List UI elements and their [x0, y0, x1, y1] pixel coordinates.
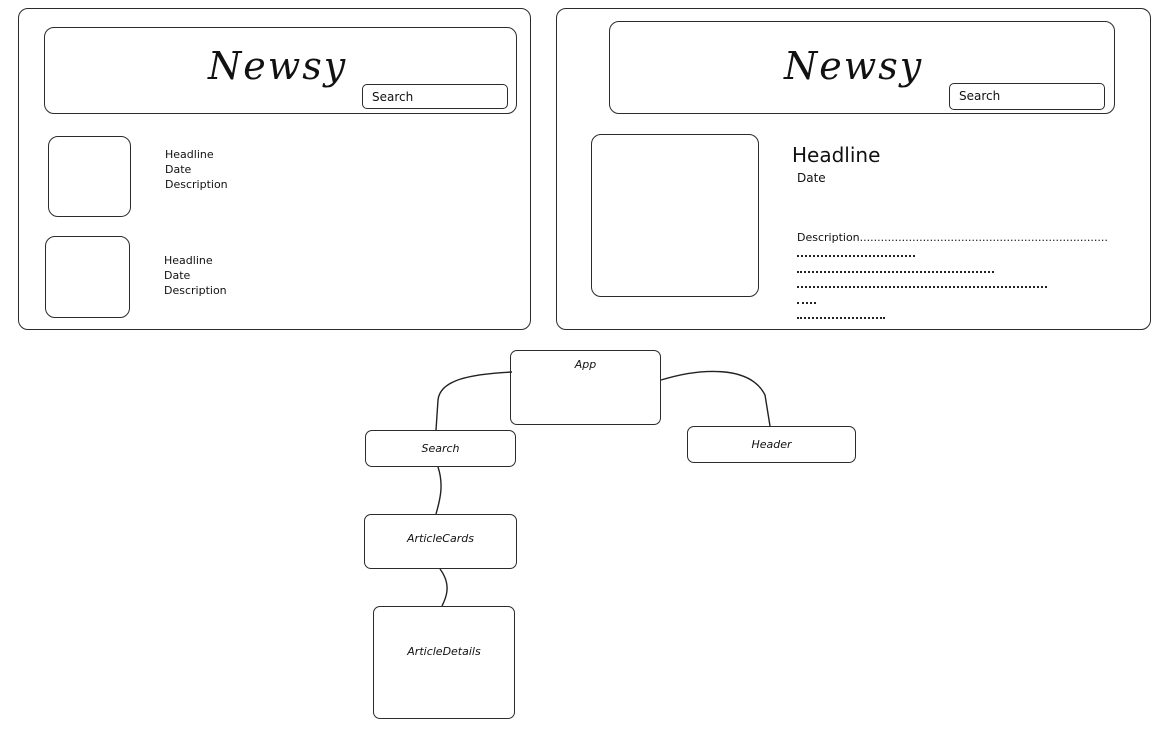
- node-header-label: Header: [751, 438, 792, 451]
- edge-app-header: [660, 370, 771, 427]
- node-app: App: [510, 350, 661, 425]
- node-search-label: Search: [421, 442, 460, 455]
- edge-search-articlecards: [435, 466, 442, 515]
- node-articlecards-label: ArticleCards: [407, 532, 474, 545]
- node-articledetails: ArticleDetails: [373, 606, 515, 719]
- node-header: Header: [687, 426, 856, 463]
- node-app-label: App: [574, 358, 597, 371]
- node-search: Search: [365, 430, 516, 467]
- edge-app-search: [435, 371, 513, 431]
- node-articlecards: ArticleCards: [364, 514, 517, 569]
- node-articledetails-label: ArticleDetails: [407, 645, 481, 658]
- edge-articlecards-articledetails: [439, 568, 448, 607]
